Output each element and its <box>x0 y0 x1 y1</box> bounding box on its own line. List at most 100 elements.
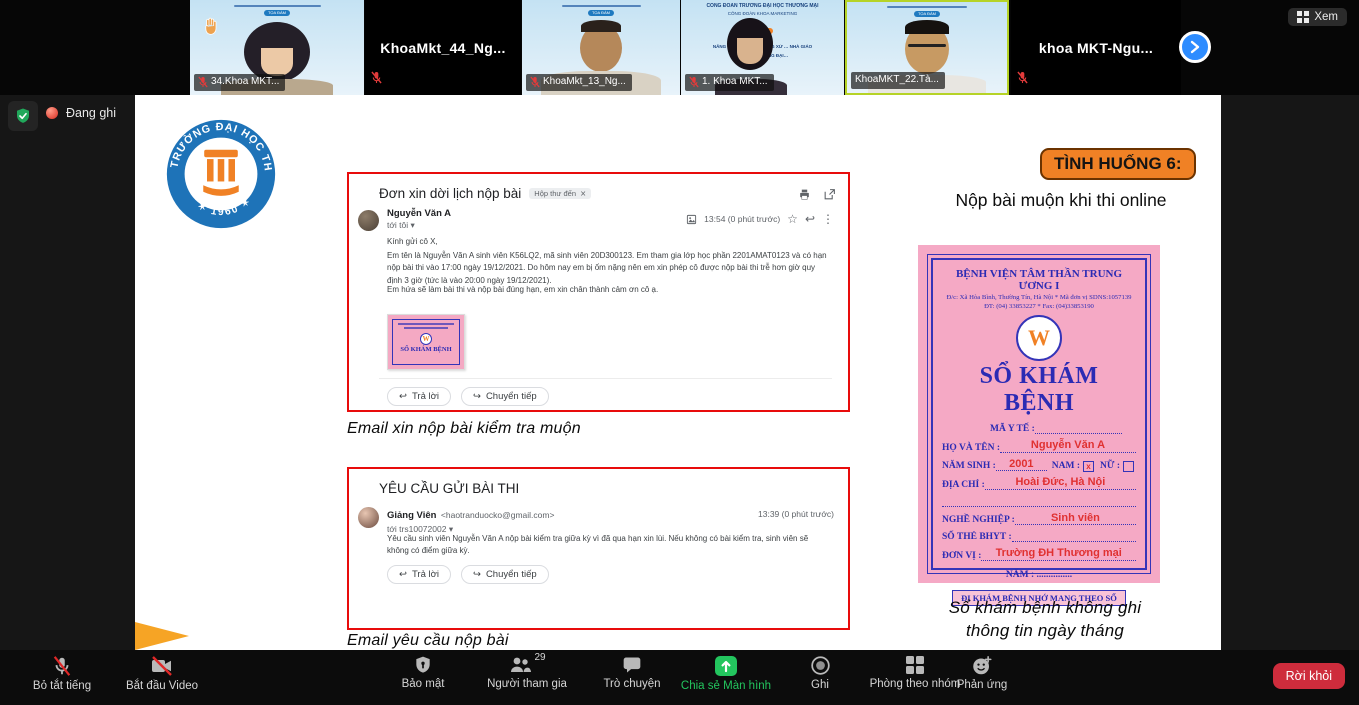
caret-down-icon: ▾ <box>411 221 415 231</box>
email1-caption: Email xin nộp bài kiểm tra muộn <box>347 420 581 438</box>
reactions-icon <box>971 655 993 676</box>
email2-caption: Email yêu cầu nộp bài <box>347 632 509 650</box>
participant-tile-2[interactable]: KhoaMkt_44_Ng... <box>365 0 521 95</box>
camera-off-icon <box>150 655 174 677</box>
email-body: Yêu cầu sinh viên Nguyễn Văn A nộp bài k… <box>387 533 832 558</box>
participant-name: KhoaMkt_13_Ng... <box>526 74 632 91</box>
email-subject: YÊU CẦU GỬI BÀI THI <box>379 481 519 496</box>
participant-tile-1[interactable]: TỌA ĐÀM 34.Khoa MKT... <box>190 0 364 95</box>
chat-button[interactable]: Trò chuyện <box>592 655 672 690</box>
female-checkbox <box>1123 461 1134 472</box>
participant-name: 1. Khoa MKT... <box>685 74 774 91</box>
attachment-thumbnail[interactable]: W SỔ KHÁM BỆNH <box>387 314 465 370</box>
email2-highlight-box: YÊU CẦU GỬI BÀI THI Giảng Viên <haotrand… <box>347 467 850 630</box>
muted-mic-icon <box>371 71 382 89</box>
participant-tile-4[interactable]: CÔNG ĐOÀN TRƯỜNG ĐẠI HỌC THƯƠNG MẠI CÔNG… <box>681 0 844 95</box>
participant-tile-5-active-speaker[interactable]: TỌA ĐÀM KhoaMKT_22.Tà... <box>845 0 1009 95</box>
chat-icon <box>622 655 642 675</box>
email1-highlight-box: Đơn xin dời lịch nộp bài Hộp thư đến × <box>347 172 850 412</box>
patient-name: Nguyễn Văn A <box>1031 439 1105 451</box>
male-checkbox: x <box>1083 461 1094 472</box>
scenario-title: Nộp bài muộn khi thi online <box>928 190 1194 211</box>
leave-button[interactable]: Rời khỏi <box>1273 663 1345 689</box>
reply-button[interactable]: ↩ Trả lời <box>387 387 451 406</box>
muted-mic-icon <box>689 76 699 88</box>
email-time: 13:54 (0 phút trước) <box>704 214 780 224</box>
participant-tile-6[interactable]: khoa MKT-Ngu... <box>1011 0 1181 95</box>
hospital-name: BỆNH VIỆN TÂM THẦN TRUNG ƯƠNG I <box>942 268 1136 292</box>
participants-count: 29 <box>534 652 545 663</box>
address-value: Hoài Đức, Hà Nội <box>1015 476 1105 488</box>
attachment-title: SỔ KHÁM BỆNH <box>388 346 464 353</box>
meeting-toolbar: Bỏ tắt tiếng ∧ Bắt đầu Video ∧ Bảo mật <box>0 650 1359 705</box>
reply-arrow-icon: ↩ <box>399 569 407 580</box>
email-body-1: Em tên là Nguyễn Văn A sinh viên K56LQ2,… <box>387 250 832 287</box>
reactions-button[interactable]: Phản ứng <box>947 655 1017 691</box>
record-button[interactable]: Ghi <box>795 655 845 691</box>
star-icon[interactable]: ☆ <box>787 212 798 226</box>
chevron-right-icon <box>1188 40 1202 54</box>
muted-mic-icon <box>1017 71 1028 89</box>
glasses <box>908 44 946 47</box>
sender-name: Giảng Viên <box>387 510 436 521</box>
attachment-image-icon <box>686 214 697 225</box>
card-caption: Sổ khám bệnh không ghi thông tin ngày th… <box>905 597 1185 643</box>
print-icon[interactable] <box>798 188 811 201</box>
avatar[interactable] <box>358 507 379 528</box>
raised-hand-icon <box>200 16 220 36</box>
video-strip: TỌA ĐÀM 34.Khoa MKT... KhoaMkt_44_Ng... … <box>0 0 1359 95</box>
mini-slide-chip: TỌA ĐÀM <box>264 10 290 16</box>
security-status[interactable] <box>8 101 38 131</box>
mic-muted-icon <box>51 655 73 677</box>
email-greeting: Kính gửi cô X, <box>387 236 832 248</box>
shared-screen-slide: TRƯỜNG ĐẠI HỌC THƯƠNG MẠI ✶ 1960 ✶ Đơn x… <box>135 95 1221 650</box>
slide-corner-decoration <box>135 622 189 650</box>
inbox-label-chip[interactable]: Hộp thư đến × <box>529 188 591 199</box>
security-button[interactable]: Bảo mật <box>383 655 463 690</box>
unit-value: Trường ĐH Thương mại <box>996 547 1122 559</box>
sender-name: Nguyễn Văn A <box>387 208 451 219</box>
hospital-logo: W <box>1016 315 1062 361</box>
forward-arrow-icon: ↪ <box>473 391 481 402</box>
email-body-2: Em hứa sẽ làm bài thi và nộp bài đúng hạ… <box>387 284 832 296</box>
attachment-logo: W <box>420 333 432 345</box>
reply-arrow-icon: ↩ <box>399 391 407 402</box>
hospital-address: Đ/c: Xã Hòa Bình, Thường Tín, Hà Nội * M… <box>942 294 1136 301</box>
forward-arrow-icon: ↪ <box>473 569 481 580</box>
forward-button[interactable]: ↪ Chuyển tiếp <box>461 387 549 406</box>
reply-button[interactable]: ↩ Trả lời <box>387 565 451 584</box>
recording-indicator: Đang ghi <box>46 106 116 120</box>
breakout-rooms-icon <box>905 655 925 675</box>
muted-mic-icon <box>530 76 540 88</box>
email-time: 13:39 (0 phút trước) <box>758 509 834 519</box>
unmute-button[interactable]: Bỏ tắt tiếng <box>16 655 108 692</box>
open-in-new-icon[interactable] <box>823 188 836 201</box>
participant-name: KhoaMKT_22.Tà... <box>851 72 945 89</box>
participant-name: 34.Khoa MKT... <box>194 74 285 91</box>
recipient-line[interactable]: tới tôi ▾ <box>387 220 451 231</box>
start-video-button[interactable]: Bắt đầu Video <box>112 655 212 692</box>
record-icon <box>810 655 831 676</box>
next-participants-button[interactable] <box>1179 31 1211 63</box>
card-title: SỔ KHÁM BỆNH <box>942 363 1136 417</box>
forward-button[interactable]: ↪ Chuyển tiếp <box>461 565 549 584</box>
shield-check-icon <box>14 107 32 125</box>
recording-dot-icon <box>46 107 58 119</box>
occupation-value: Sinh viên <box>1051 512 1100 524</box>
view-button[interactable]: Xem <box>1288 8 1347 26</box>
sender-email: <haotranduocko@gmail.com> <box>441 510 555 520</box>
participants-icon <box>508 655 532 675</box>
email-subject: Đơn xin dời lịch nộp bài <box>379 186 521 201</box>
close-icon[interactable]: × <box>580 189 586 198</box>
medical-record-card: BỆNH VIỆN TÂM THẦN TRUNG ƯƠNG I Đ/c: Xã … <box>918 245 1160 583</box>
participant-tile-3[interactable]: TỌA ĐÀM KhoaMkt_13_Ng... <box>522 0 680 95</box>
share-screen-button[interactable]: Chia sẻ Màn hình <box>666 655 786 692</box>
muted-mic-icon <box>198 76 208 88</box>
share-screen-icon <box>714 655 738 677</box>
participants-button[interactable]: 29 Người tham gia <box>467 655 587 690</box>
more-options-icon[interactable]: ⋮ <box>822 212 834 226</box>
avatar[interactable] <box>358 210 379 231</box>
grid-view-icon <box>1297 11 1309 23</box>
reply-icon[interactable]: ↩ <box>805 212 815 226</box>
shield-icon <box>413 655 433 675</box>
